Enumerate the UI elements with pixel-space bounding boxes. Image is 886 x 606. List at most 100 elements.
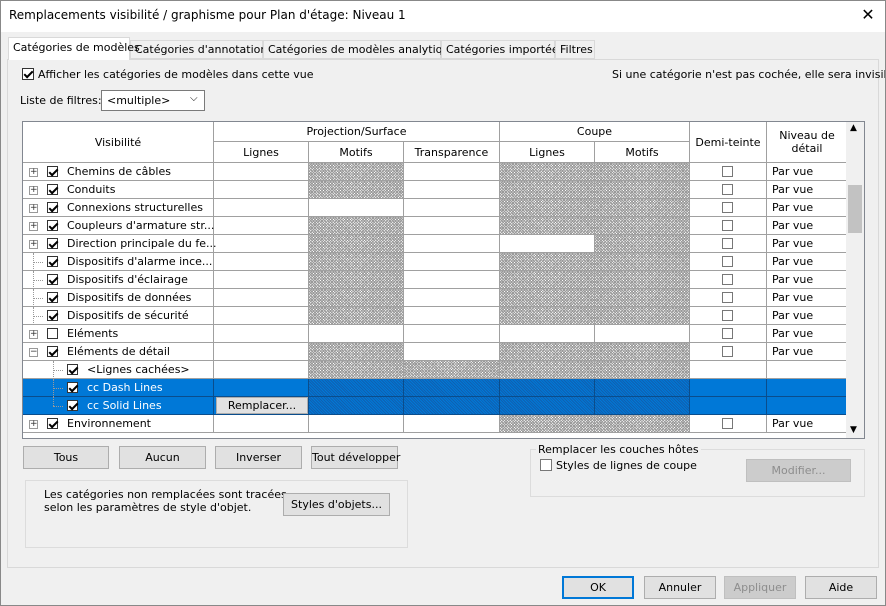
close-icon[interactable]: ✕ [856, 4, 880, 26]
proj-lines-cell[interactable] [214, 289, 309, 307]
visibility-checkbox[interactable] [47, 292, 58, 303]
visibility-checkbox[interactable] [47, 346, 58, 357]
proj-patterns-cell[interactable] [309, 271, 404, 289]
proj-patterns-cell[interactable] [309, 253, 404, 271]
proj-lines-cell[interactable] [214, 415, 309, 433]
expand-icon[interactable]: + [29, 204, 38, 213]
halftone-checkbox[interactable] [722, 310, 733, 321]
detail-level-value[interactable]: Par vue [772, 255, 813, 268]
detail-level-value[interactable]: Par vue [772, 327, 813, 340]
visibility-checkbox[interactable] [47, 166, 58, 177]
proj-lines-cell[interactable] [214, 325, 309, 343]
grid-scrollbar[interactable] [846, 122, 864, 438]
visibility-checkbox[interactable] [47, 328, 58, 339]
cut-patterns-cell[interactable] [595, 235, 690, 253]
transparency-cell[interactable] [404, 415, 500, 433]
halftone-checkbox[interactable] [722, 418, 733, 429]
transparency-cell[interactable] [404, 307, 500, 325]
cut-patterns-cell[interactable] [595, 361, 690, 379]
halftone-checkbox[interactable] [722, 256, 733, 267]
table-row[interactable]: + Chemins de câbles Par vue [23, 163, 848, 181]
show-categories-checkbox[interactable] [22, 68, 34, 80]
detail-level-value[interactable]: Par vue [772, 219, 813, 232]
cut-lines-cell[interactable] [500, 361, 595, 379]
cut-line-styles-checkbox[interactable] [540, 459, 552, 471]
proj-patterns-cell[interactable] [309, 307, 404, 325]
ok-button[interactable]: OK [562, 576, 634, 599]
proj-patterns-cell[interactable] [309, 361, 404, 379]
cut-patterns-cell[interactable] [595, 415, 690, 433]
table-row[interactable]: Dispositifs de sécurité Par vue [23, 307, 848, 325]
apply-button[interactable]: Appliquer [724, 576, 796, 599]
table-row[interactable]: <Lignes cachées> [23, 361, 848, 379]
transparency-cell[interactable] [404, 379, 500, 397]
scrollbar-thumb[interactable] [848, 185, 862, 233]
cut-lines-cell[interactable] [500, 181, 595, 199]
cut-patterns-cell[interactable] [595, 253, 690, 271]
cancel-button[interactable]: Annuler [644, 576, 716, 599]
detail-level-cell[interactable] [767, 361, 848, 379]
scroll-up-icon[interactable]: ▲ [850, 123, 857, 133]
halftone-checkbox[interactable] [722, 220, 733, 231]
tab-imported-categories[interactable]: Catégories importées [441, 40, 564, 59]
object-styles-button[interactable]: Styles d'objets... [283, 493, 390, 516]
tab-model-categories[interactable]: Catégories de modèles [8, 37, 140, 60]
halftone-checkbox[interactable] [722, 202, 733, 213]
visibility-checkbox[interactable] [47, 220, 58, 231]
cut-patterns-cell[interactable] [595, 163, 690, 181]
halftone-checkbox[interactable] [722, 346, 733, 357]
transparency-cell[interactable] [404, 325, 500, 343]
transparency-cell[interactable] [404, 163, 500, 181]
cut-lines-cell[interactable] [500, 253, 595, 271]
visibility-checkbox[interactable] [47, 184, 58, 195]
transparency-cell[interactable] [404, 289, 500, 307]
proj-lines-cell[interactable] [214, 181, 309, 199]
proj-patterns-cell[interactable] [309, 325, 404, 343]
header-visibility[interactable]: Visibilité [23, 122, 214, 163]
table-row[interactable]: Dispositifs d'alarme ince... Par vue [23, 253, 848, 271]
halftone-checkbox[interactable] [722, 238, 733, 249]
filter-list-select[interactable]: <multiple> ⌵ [101, 90, 205, 111]
proj-lines-cell[interactable] [214, 199, 309, 217]
proj-patterns-cell[interactable] [309, 379, 404, 397]
cut-lines-cell[interactable] [500, 397, 595, 415]
visibility-checkbox[interactable] [47, 274, 58, 285]
visibility-checkbox[interactable] [67, 364, 78, 375]
scroll-down-icon[interactable]: ▼ [850, 425, 857, 435]
proj-lines-cell[interactable] [214, 253, 309, 271]
proj-patterns-cell[interactable] [309, 199, 404, 217]
cut-patterns-cell[interactable] [595, 289, 690, 307]
detail-level-value[interactable]: Par vue [772, 237, 813, 250]
modify-button[interactable]: Modifier... [746, 459, 851, 482]
detail-level-value[interactable]: Par vue [772, 309, 813, 322]
cut-patterns-cell[interactable] [595, 343, 690, 361]
transparency-cell[interactable] [404, 397, 500, 415]
cut-patterns-cell[interactable] [595, 199, 690, 217]
halftone-checkbox[interactable] [722, 292, 733, 303]
tab-analytical-categories[interactable]: Catégories de modèles analytiques [263, 40, 462, 59]
transparency-cell[interactable] [404, 217, 500, 235]
proj-patterns-cell[interactable] [309, 415, 404, 433]
cut-lines-cell[interactable] [500, 307, 595, 325]
detail-level-value[interactable]: Par vue [772, 273, 813, 286]
transparency-cell[interactable] [404, 235, 500, 253]
proj-lines-cell[interactable] [214, 235, 309, 253]
table-row[interactable]: + Coupleurs d'armature str... Par vue [23, 217, 848, 235]
cut-lines-cell[interactable] [500, 415, 595, 433]
expand-icon[interactable]: + [29, 186, 38, 195]
cut-patterns-cell[interactable] [595, 307, 690, 325]
cut-lines-cell[interactable] [500, 325, 595, 343]
cut-patterns-cell[interactable] [595, 379, 690, 397]
proj-patterns-cell[interactable] [309, 163, 404, 181]
proj-lines-cell[interactable] [214, 307, 309, 325]
cut-lines-cell[interactable] [500, 379, 595, 397]
invert-button[interactable]: Inverser [215, 446, 302, 469]
proj-patterns-cell[interactable] [309, 343, 404, 361]
cut-lines-cell[interactable] [500, 217, 595, 235]
halftone-cell[interactable] [690, 397, 767, 415]
proj-patterns-cell[interactable] [309, 181, 404, 199]
expand-all-button[interactable]: Tout développer [311, 446, 400, 469]
table-row[interactable]: + Direction principale du fe... Par vue [23, 235, 848, 253]
detail-level-cell[interactable] [767, 397, 848, 415]
halftone-cell[interactable] [690, 379, 767, 397]
